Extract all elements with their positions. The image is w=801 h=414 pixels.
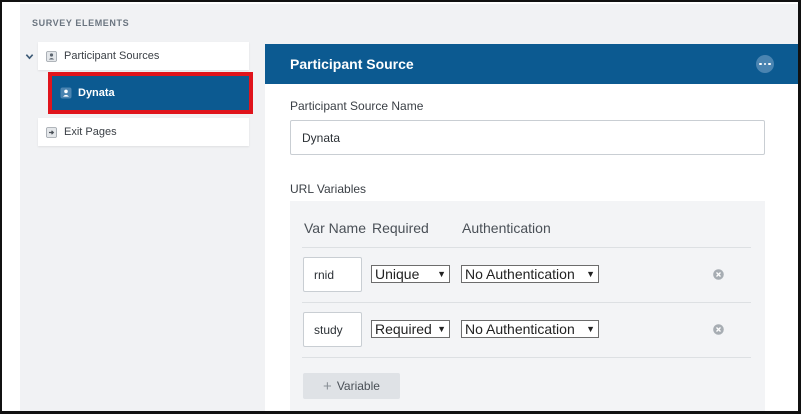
sidebar-item-label: Exit Pages: [64, 126, 117, 138]
participant-source-name-input[interactable]: [290, 120, 765, 155]
authentication-select[interactable]: No Authentication ▼: [461, 320, 599, 338]
chevron-down-icon[interactable]: [25, 52, 34, 61]
exit-page-icon: [46, 126, 57, 138]
var-name-input[interactable]: [303, 257, 362, 292]
required-select[interactable]: Unique ▼: [371, 265, 450, 283]
dropdown-arrow-icon: ▼: [437, 269, 446, 279]
sidebar-item-dynata[interactable]: Dynata: [52, 76, 249, 110]
remove-row-icon[interactable]: [713, 269, 724, 280]
var-name-input[interactable]: [303, 312, 362, 347]
participant-source-name-label: Participant Source Name: [290, 99, 424, 113]
column-header-var-name: Var Name: [304, 220, 366, 236]
column-header-authentication: Authentication: [462, 220, 551, 236]
participant-sources-icon: [46, 50, 57, 62]
dropdown-arrow-icon: ▼: [437, 324, 446, 334]
more-options-icon[interactable]: [756, 55, 774, 73]
dropdown-arrow-icon: ▼: [586, 269, 595, 279]
authentication-select-value: No Authentication: [465, 321, 575, 337]
url-variables-table: Var Name Required Authentication Unique …: [290, 201, 765, 411]
panel-title: Participant Source: [290, 56, 414, 72]
plus-icon: +: [323, 377, 332, 395]
authentication-select[interactable]: No Authentication ▼: [461, 265, 599, 283]
sidebar-item-participant-sources[interactable]: Participant Sources: [38, 42, 249, 70]
dropdown-arrow-icon: ▼: [586, 324, 595, 334]
row-divider: [302, 302, 751, 303]
required-select-value: Unique: [375, 266, 420, 282]
add-variable-button[interactable]: + Variable: [303, 373, 400, 399]
column-header-required: Required: [372, 220, 429, 236]
app-window: SURVEY ELEMENTS Participant Sources Dyna…: [0, 0, 801, 414]
participant-source-icon: [60, 87, 72, 99]
panel-header: Participant Source: [265, 44, 798, 84]
remove-row-icon[interactable]: [713, 324, 724, 335]
row-divider: [302, 357, 751, 358]
sidebar-item-label: Participant Sources: [64, 50, 160, 62]
sidebar-item-label: Dynata: [78, 87, 115, 99]
authentication-select-value: No Authentication: [465, 266, 575, 282]
required-select[interactable]: Required ▼: [371, 320, 450, 338]
required-select-value: Required: [375, 321, 432, 337]
url-variables-label: URL Variables: [290, 182, 367, 196]
sidebar-item-exit-pages[interactable]: Exit Pages: [38, 118, 249, 146]
participant-source-panel: Participant Source Participant Source Na…: [265, 44, 798, 411]
section-title: SURVEY ELEMENTS: [32, 18, 130, 28]
row-divider: [302, 247, 751, 248]
add-variable-label: Variable: [336, 379, 380, 393]
